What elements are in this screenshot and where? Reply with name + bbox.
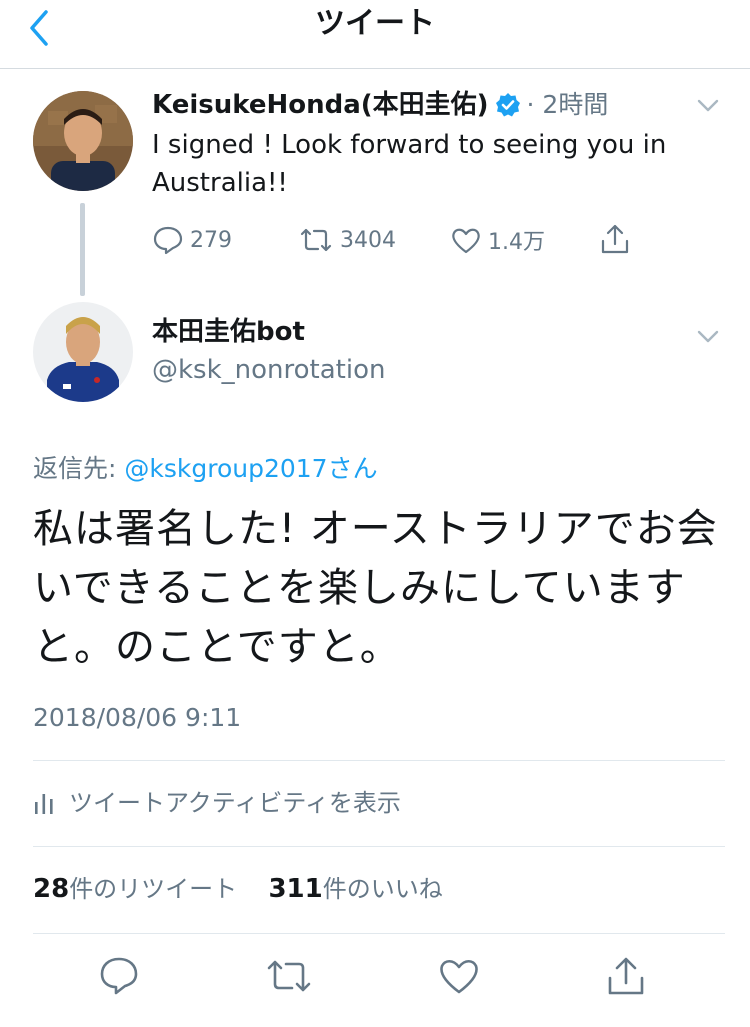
share-icon[interactable] <box>604 954 648 998</box>
reply-action[interactable]: 279 <box>152 223 232 257</box>
retweets-count: 28 <box>33 874 70 904</box>
retweet-count: 3404 <box>340 227 396 253</box>
verified-badge-icon <box>495 92 521 118</box>
bar-chart-icon <box>33 790 55 816</box>
reply-icon[interactable] <box>97 954 141 998</box>
tweet-text: 私は署名した! オーストラリアでお会いできることを楽しみにしていますと。のことで… <box>33 506 718 670</box>
divider <box>33 933 725 934</box>
avatar[interactable] <box>33 302 133 402</box>
reply-to-link[interactable]: @kskgroup2017さん <box>124 454 377 483</box>
tweet-text: I signed ! Look forward to seeing you in… <box>152 130 667 198</box>
display-name[interactable]: 本田圭佑bot <box>152 315 305 349</box>
user-handle[interactable]: @ksk_nonrotation <box>152 352 385 388</box>
thread-line <box>80 203 85 296</box>
likes-label: 件のいいね <box>322 875 443 903</box>
top-nav-bar: ツイート <box>0 0 750 69</box>
likes-count: 311 <box>268 874 323 904</box>
retweet-action[interactable]: 3404 <box>298 223 396 257</box>
tweet-activity-link[interactable]: ツイートアクティビティを表示 <box>33 785 401 821</box>
like-icon <box>450 224 482 256</box>
retweet-icon[interactable] <box>265 954 311 998</box>
divider <box>33 760 725 761</box>
divider <box>33 846 725 847</box>
retweets-stat[interactable]: 28件のリツイート <box>33 874 238 904</box>
like-icon[interactable] <box>437 954 481 998</box>
reply-to-line: 返信先: @kskgroup2017さん <box>33 451 378 487</box>
share-action[interactable] <box>598 222 632 256</box>
share-icon <box>598 222 632 256</box>
reply-to-label: 返信先: <box>33 454 125 483</box>
tweet-time: · 2時間 <box>526 90 609 119</box>
reply-count: 279 <box>190 227 232 253</box>
page-title: ツイート <box>315 6 435 41</box>
display-name[interactable]: KeisukeHonda(本田圭佑) <box>152 88 489 122</box>
activity-label: ツイートアクティビティを表示 <box>69 789 401 817</box>
avatar[interactable] <box>33 91 133 191</box>
chevron-down-icon[interactable] <box>697 329 719 343</box>
like-action[interactable]: 1.4万 <box>450 223 545 257</box>
engagement-stats: 28件のリツイート 311件のいいね <box>33 871 443 907</box>
like-count: 1.4万 <box>488 230 545 255</box>
retweet-icon <box>298 224 334 256</box>
reply-icon <box>152 224 184 256</box>
retweets-label: 件のリツイート <box>69 875 238 903</box>
tweet1-header: KeisukeHonda(本田圭佑) · 2時間 <box>152 88 608 122</box>
tweet-timestamp: 2018/08/06 9:11 <box>33 703 242 732</box>
chevron-down-icon[interactable] <box>697 98 719 112</box>
likes-stat[interactable]: 311件のいいね <box>268 874 443 904</box>
